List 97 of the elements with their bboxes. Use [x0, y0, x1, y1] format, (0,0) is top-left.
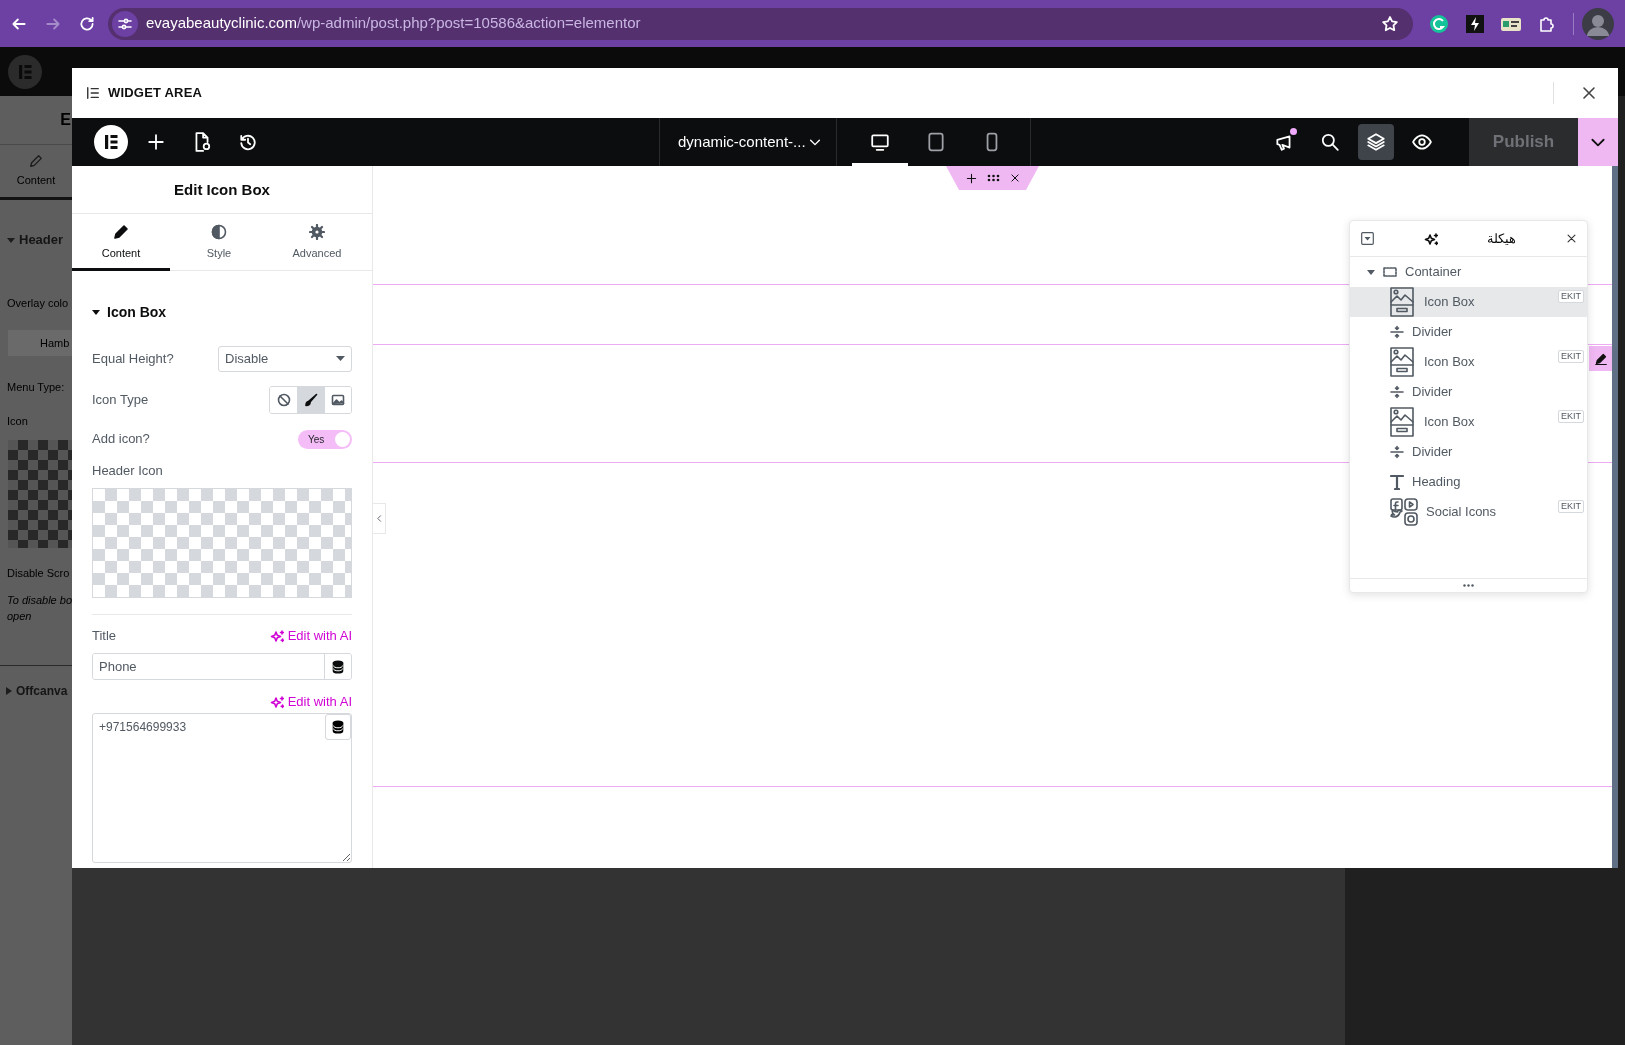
avatar[interactable] [1582, 7, 1614, 40]
navigator-item[interactable]: Divider [1350, 437, 1587, 467]
sparkle-icon [269, 695, 284, 709]
layers-icon [1366, 132, 1386, 152]
panel-title: E [60, 111, 71, 128]
menu-button[interactable]: Hamb [8, 330, 72, 356]
pencil-icon [29, 153, 43, 168]
edit-button[interactable] [1589, 346, 1612, 371]
search-icon [1320, 132, 1340, 152]
navigator-title: هيكلة [1487, 229, 1517, 248]
url-text: evayabeautyclinic.com/wp-admin/post.php?post=10586&action=elementor [146, 13, 641, 34]
field-label: Title [92, 627, 117, 646]
close-icon[interactable] [1009, 173, 1020, 183]
caret-icon [336, 356, 345, 362]
sparkle-icon [269, 629, 284, 643]
field-label: Header Icon [92, 463, 164, 479]
edit-with-ai-link[interactable]: Edit with AI [269, 692, 352, 712]
contrast-icon [211, 224, 227, 241]
icon-box-icon [1390, 407, 1414, 437]
pencil-icon [1594, 352, 1607, 365]
collapse-all-icon[interactable] [1361, 232, 1374, 245]
ekit-badge: EKIT [1558, 500, 1584, 513]
sparkle-icon[interactable] [1423, 231, 1438, 246]
dynamic-tags-button[interactable] [324, 654, 351, 679]
field-label: Menu Type: [6, 380, 66, 395]
plus-icon[interactable] [965, 172, 977, 184]
field-label: Icon Type [92, 391, 149, 410]
dropdown[interactable]: Disable [218, 346, 352, 372]
icon-box-icon [1390, 287, 1414, 317]
database-icon [332, 659, 344, 674]
plus-icon [147, 133, 165, 151]
panel-tab[interactable]: Advanced [268, 214, 366, 271]
star-icon[interactable] [1381, 14, 1399, 33]
bolt-icon[interactable] [1466, 14, 1484, 33]
icon-box-icon [1390, 347, 1414, 377]
close-icon[interactable] [1565, 233, 1577, 244]
brush-icon [304, 393, 318, 407]
address-bar[interactable]: evayabeautyclinic.com/wp-admin/post.php?post=10586&action=elementor [108, 7, 1413, 40]
pencil-icon [113, 224, 129, 241]
resize-handle-icon[interactable] [1463, 584, 1474, 587]
toggle-switch[interactable]: Yes [298, 429, 352, 449]
field-label: Overlay colo [6, 296, 70, 311]
grammarly-icon[interactable] [1429, 13, 1449, 34]
navigator-item[interactable]: Container [1350, 257, 1587, 287]
edit-with-ai-link[interactable]: Edit with AI [269, 626, 352, 646]
image-icon [331, 393, 345, 407]
navigator-item[interactable]: Icon Box EKIT [1350, 287, 1587, 317]
icon-type-option[interactable] [297, 387, 324, 413]
ekit-badge: EKIT [1558, 410, 1584, 423]
field-label: Add icon? [92, 430, 150, 449]
page-settings-icon [193, 132, 211, 152]
hint-text: To disable bo [6, 593, 72, 608]
ekit-badge: EKIT [1558, 350, 1584, 363]
icon-type-option[interactable] [324, 387, 351, 413]
tablet-icon [926, 132, 946, 152]
eye-icon [1412, 132, 1432, 152]
logo-icon [8, 54, 42, 89]
structure-icon [86, 86, 100, 100]
structure-button[interactable] [1358, 124, 1394, 160]
close-icon [1581, 85, 1597, 101]
modal-title: WIDGET AREA [108, 84, 203, 103]
navigator-item[interactable]: Divider [1350, 317, 1587, 347]
ekit-badge: EKIT [1558, 290, 1584, 303]
panel-tab[interactable]: Content [72, 214, 170, 271]
navigator-item[interactable]: Divider [1350, 377, 1587, 407]
caret-icon[interactable] [92, 308, 100, 316]
history-icon [239, 133, 257, 151]
social-icons-icon [1390, 498, 1418, 526]
panel-title: Edit Icon Box [72, 166, 372, 214]
divider-icon [1390, 445, 1404, 459]
hint-text: open [6, 609, 33, 624]
field-label: Icon [6, 414, 29, 429]
caret-icon[interactable] [1367, 268, 1375, 276]
container-icon [1383, 266, 1397, 278]
drag-icon[interactable] [986, 174, 1000, 182]
navigator-item[interactable]: Heading [1350, 467, 1587, 497]
title-field[interactable]: Phone [92, 653, 352, 680]
heading-icon [1390, 474, 1404, 490]
description-textarea[interactable]: +971564699933 [92, 713, 352, 863]
site-settings-icon[interactable] [112, 10, 138, 37]
reload-icon[interactable] [78, 14, 96, 33]
chevron-left-icon [374, 514, 384, 523]
panel-tab[interactable]: Style [170, 214, 268, 271]
field-label: Equal Height? [92, 350, 174, 369]
divider-icon [1390, 385, 1404, 399]
field-label: Disable Scro [6, 566, 71, 581]
navigator-item[interactable]: Icon Box EKIT [1350, 407, 1587, 437]
navigator-item[interactable]: Icon Box EKIT [1350, 347, 1587, 377]
ban-icon [276, 393, 291, 407]
gear-icon [309, 224, 325, 241]
desktop-icon [870, 132, 890, 152]
dynamic-tags-button[interactable] [325, 714, 351, 740]
elementor-logo[interactable] [94, 125, 128, 159]
divider-icon [1390, 325, 1404, 339]
navigator-item[interactable]: Social Icons EKIT [1350, 497, 1587, 527]
section-title[interactable]: Icon Box [107, 301, 167, 323]
database-icon [332, 720, 344, 734]
